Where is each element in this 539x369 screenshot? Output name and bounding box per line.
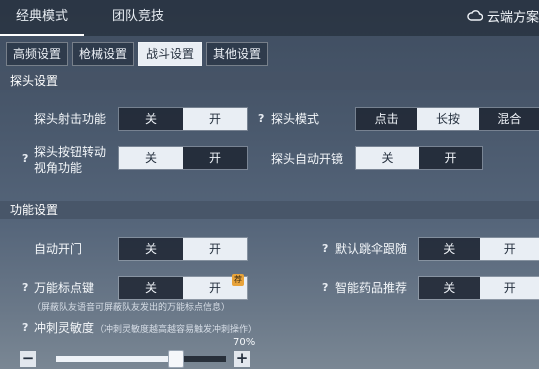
toggle-on-option[interactable]: 开 (183, 147, 247, 169)
help-icon[interactable]: ? (322, 242, 328, 255)
help-icon[interactable]: ? (22, 152, 28, 165)
subtab-other[interactable]: 其他设置 (206, 42, 268, 66)
section-title: 探头设置 (10, 74, 59, 88)
toggle-on-option[interactable]: 开 (183, 238, 247, 260)
auto-door-toggle[interactable]: 关 开 (118, 237, 248, 261)
section-title: 功能设置 (10, 203, 59, 217)
peek-mode-mixed-option[interactable]: 混合 (478, 108, 539, 130)
help-icon[interactable]: ? (258, 112, 264, 125)
subtab-weapon[interactable]: 枪械设置 (72, 42, 134, 66)
help-icon[interactable]: ? (322, 281, 328, 294)
sprint-sensitivity-label: 冲刺灵敏度 (34, 321, 95, 335)
cloud-icon (467, 6, 484, 30)
peek-auto-scope-toggle[interactable]: 关 开 (355, 146, 483, 170)
minus-button[interactable]: − (20, 351, 36, 367)
universal-mark-note: （屏蔽队友语音可屏蔽队友发出的万能标点信息） (32, 303, 231, 313)
default-follow-toggle[interactable]: 关 开 (418, 237, 539, 261)
plus-button[interactable]: + (234, 351, 250, 367)
section-peek-settings: 探头设置 (0, 72, 539, 90)
tab-team-deathmatch[interactable]: 团队竞技 (94, 0, 182, 34)
auto-door-label: 自动开门 (34, 242, 83, 256)
tab-classic-mode[interactable]: 经典模式 (0, 0, 84, 36)
peek-rotate-label-line2: 视角功能 (34, 161, 83, 175)
smart-med-toggle[interactable]: 关 开 (418, 276, 539, 300)
toggle-off-option[interactable]: 关 (419, 277, 480, 299)
help-icon[interactable]: ? (22, 321, 28, 334)
toggle-off-option[interactable]: 关 (119, 277, 183, 299)
section-function-settings: 功能设置 (0, 201, 539, 219)
universal-mark-toggle[interactable]: 关 开 (118, 276, 248, 300)
peek-mode-hold-option[interactable]: 长按 (417, 108, 479, 130)
toggle-off-option[interactable]: 关 (119, 147, 183, 169)
toggle-off-option[interactable]: 关 (119, 108, 183, 130)
sprint-sensitivity-note: （冲刺灵敏度越高越容易触发冲刺操作） (95, 325, 258, 335)
subtab-combat[interactable]: 战斗设置 (138, 42, 202, 66)
default-follow-label: 默认跳伞跟随 (335, 242, 408, 256)
toggle-off-option[interactable]: 关 (356, 147, 419, 169)
peek-auto-scope-label: 探头自动开镜 (271, 152, 344, 166)
peek-fire-label: 探头射击功能 (34, 112, 107, 126)
peek-mode-label: 探头模式 (271, 112, 320, 126)
peek-rotate-label-line1: 探头按钮转动 (34, 145, 107, 159)
smart-med-label: 智能药品推荐 (335, 281, 408, 295)
slider-handle[interactable] (168, 350, 184, 368)
slider-fill (56, 356, 175, 362)
toggle-off-option[interactable]: 关 (119, 238, 183, 260)
help-icon[interactable]: ? (22, 281, 28, 294)
sprint-sensitivity-slider[interactable] (56, 356, 226, 362)
universal-mark-label: 万能标点键 (34, 281, 95, 295)
toggle-on-option[interactable]: 开 (479, 277, 539, 299)
toggle-on-option[interactable]: 开 (419, 147, 482, 169)
toggle-off-option[interactable]: 关 (419, 238, 480, 260)
cloud-plan-label: 云端方案 (486, 10, 539, 26)
subtab-high-frequency[interactable]: 高频设置 (6, 42, 68, 66)
recommend-badge: 荐 (232, 274, 244, 286)
toggle-on-option[interactable]: 开 (183, 108, 247, 130)
peek-fire-toggle[interactable]: 关 开 (118, 107, 248, 131)
peek-mode-selector[interactable]: 点击 长按 混合 (355, 107, 539, 131)
peek-rotate-toggle[interactable]: 关 开 (118, 146, 248, 170)
cloud-plan-button[interactable]: 云端方案 (467, 6, 539, 30)
peek-mode-tap-option[interactable]: 点击 (356, 108, 418, 130)
toggle-on-option[interactable]: 开 (479, 238, 539, 260)
